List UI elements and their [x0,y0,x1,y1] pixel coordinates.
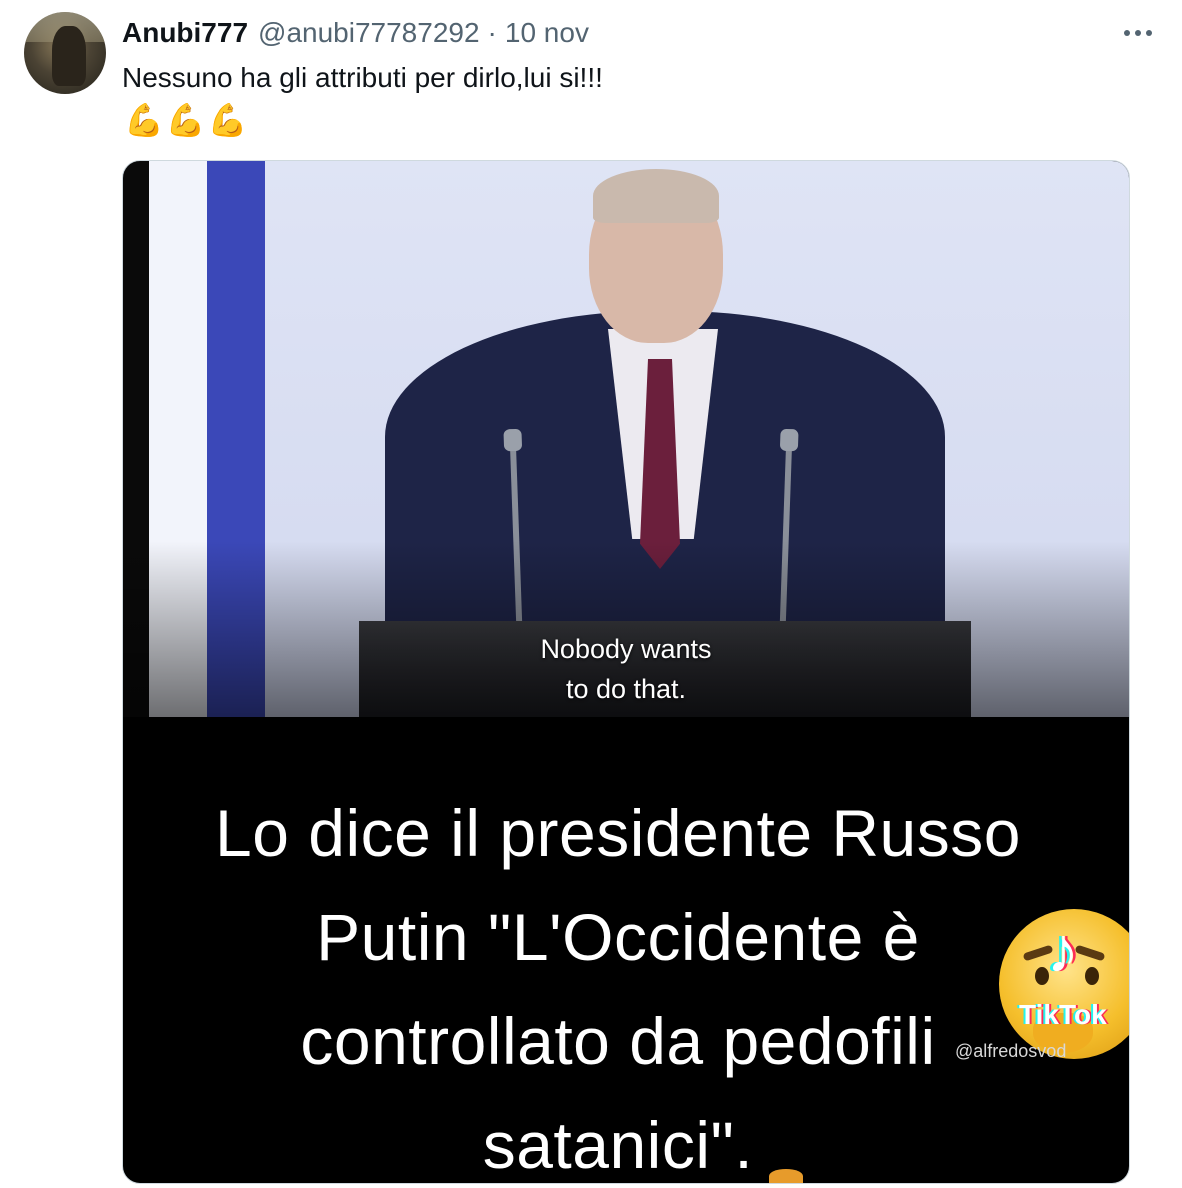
video-caption: Lo dice il presidente Russo Putin "L'Occ… [163,781,1073,1183]
caption-line: Putin "L'Occidente è [316,900,920,974]
caption-line: controllato da pedofili [300,1004,936,1078]
tiktok-wordmark: TikTok [1019,999,1107,1030]
avatar-figure [52,26,86,86]
more-options-icon[interactable] [1118,16,1158,50]
emoji-brow [1074,944,1106,962]
tweet[interactable]: Anubi777 @anubi77787292 · 10 nov Nessuno… [0,0,1182,1188]
separator-dot: · [487,17,497,48]
tiktok-logo-icon: ♪ [1047,914,1079,986]
flexed-biceps-emojis: 💪💪💪 [124,102,250,138]
user-handle[interactable]: @anubi77787292 [258,17,480,49]
pointing-hand-icon [769,1169,803,1183]
tweet-media[interactable]: Nobody wants to do that. Lo dice il pres… [122,160,1130,1184]
more-dot [1135,30,1141,36]
caption-line: Lo dice il presidente Russo [215,796,1021,870]
tweet-header: Anubi777 @anubi77787292 · 10 nov [122,14,589,52]
more-dot [1146,30,1152,36]
video-frame: Nobody wants to do that. [123,161,1129,717]
tiktok-username: @alfredosvod [955,1041,1067,1061]
video-subtitle: Nobody wants to do that. [123,629,1129,709]
display-name[interactable]: Anubi777 [122,17,248,49]
emoji-eye [1085,967,1099,985]
tweet-date[interactable]: 10 nov [505,17,589,49]
more-dot [1124,30,1130,36]
caption-line: satanici". [482,1108,754,1182]
subtitle-line: to do that. [565,674,687,704]
speaker-hair [593,169,719,223]
avatar[interactable] [24,12,106,94]
subtitle-line: Nobody wants [540,634,712,664]
tweet-text: Nessuno ha gli attributi per dirlo,lui s… [122,62,603,93]
